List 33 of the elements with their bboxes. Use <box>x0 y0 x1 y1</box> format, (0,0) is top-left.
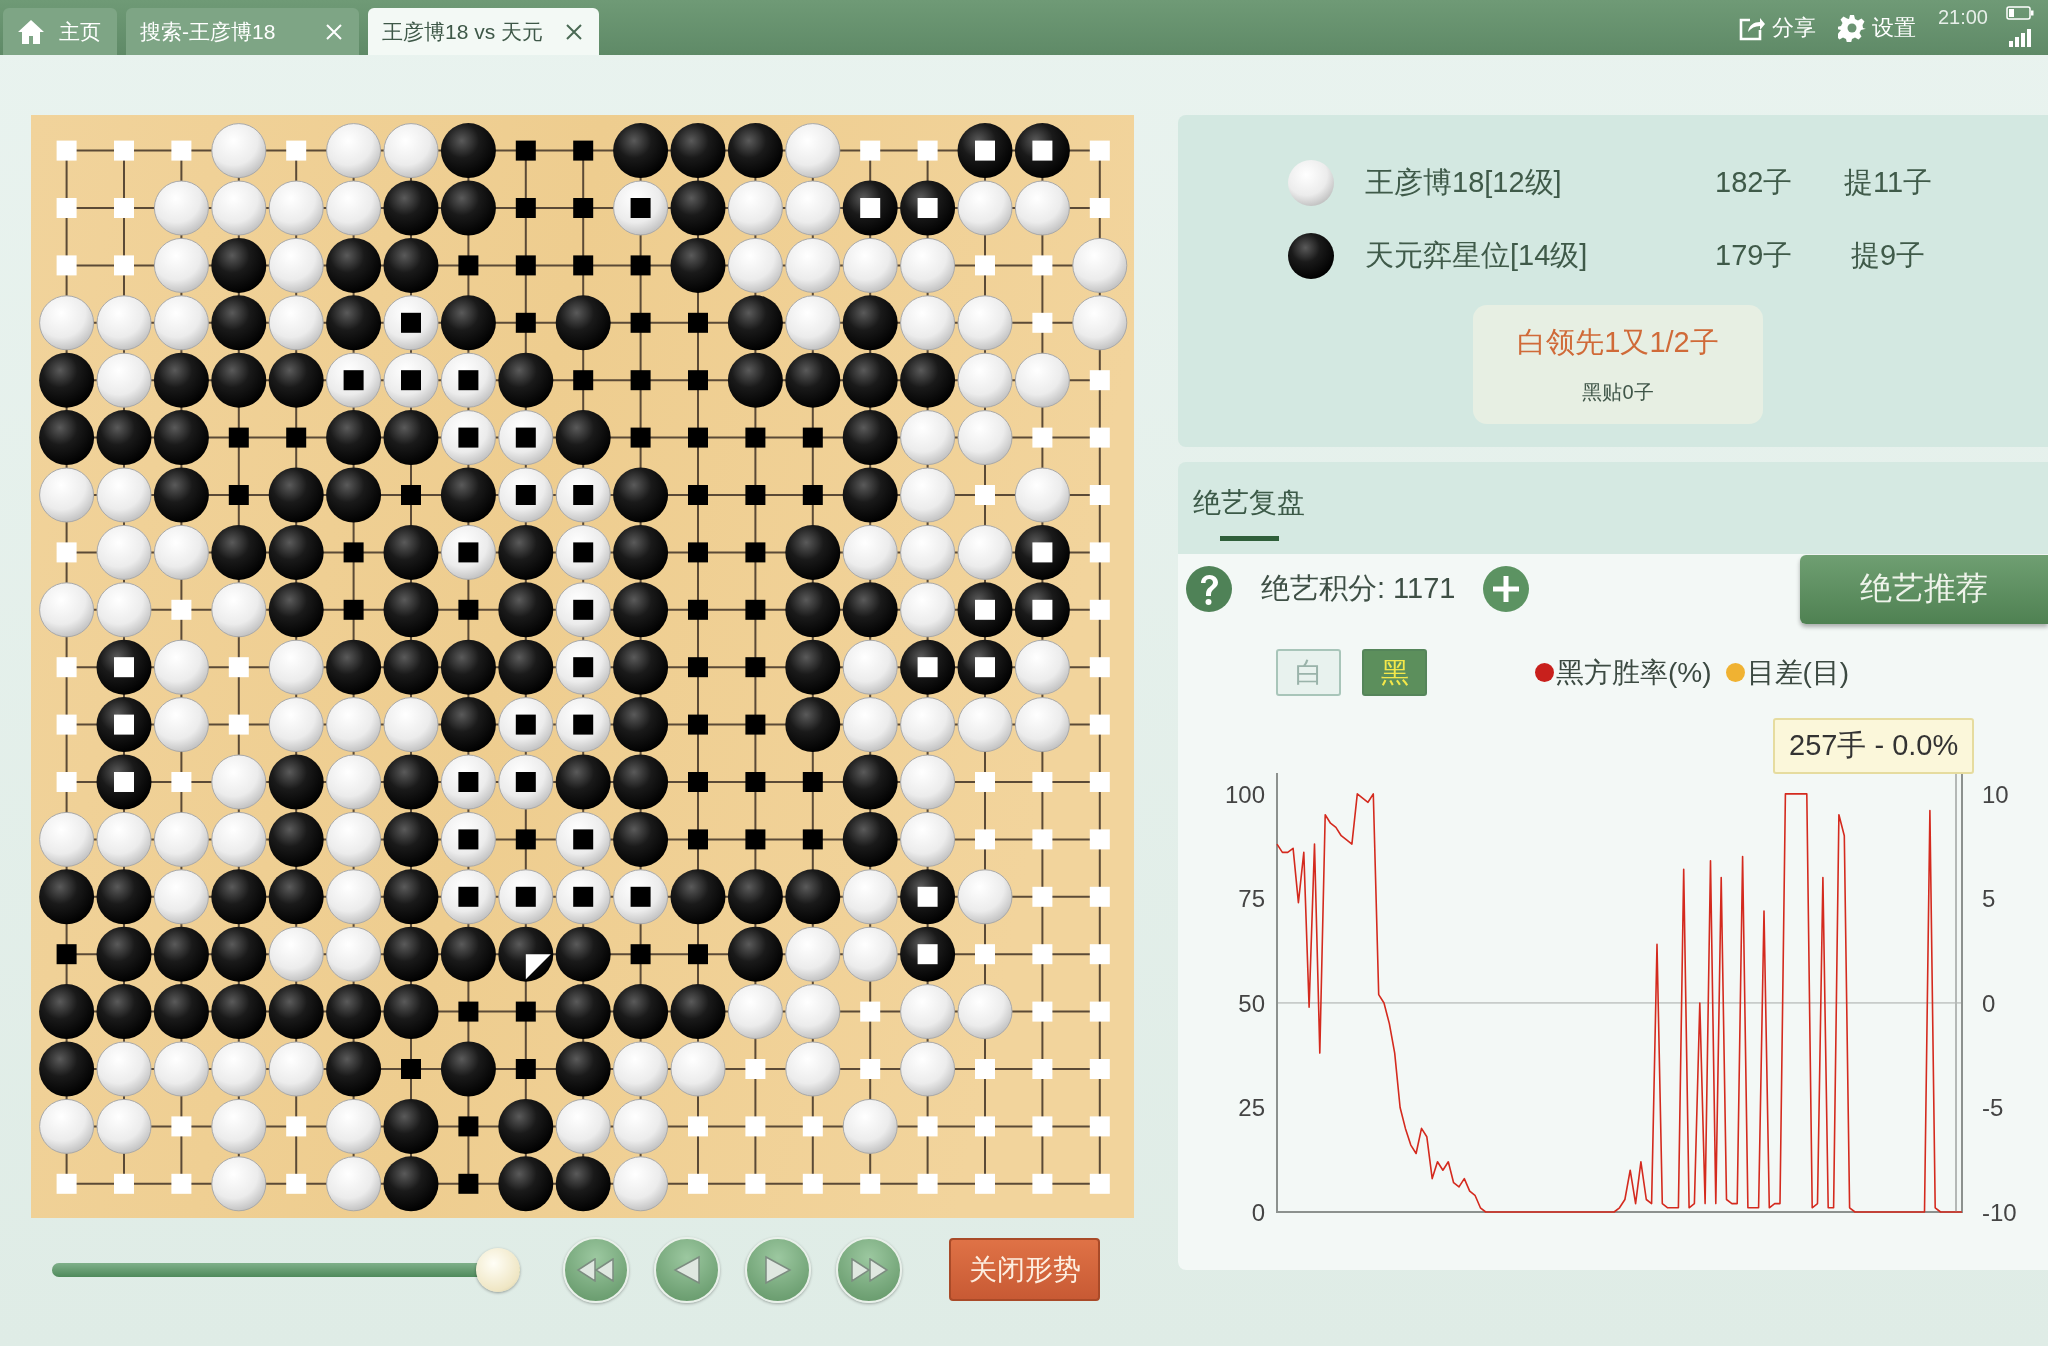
legend-label: 目差(目) <box>1746 655 1850 690</box>
clock-time: 21:00 <box>1937 6 1988 29</box>
chart-tooltip: 257手 - 0.0% <box>1773 718 1975 774</box>
axis-label: 5 <box>1982 885 1996 913</box>
recommend-button[interactable]: 绝艺推荐 <box>1800 554 2048 624</box>
axis-label: 100 <box>1224 780 1265 808</box>
axis-label: -10 <box>1982 1199 2017 1226</box>
tab[interactable]: 搜索-王彦博18 <box>126 8 359 55</box>
toggle-situation-button[interactable]: 关闭形势 <box>949 1238 1100 1301</box>
side-toggle[interactable]: 白 <box>1276 649 1341 696</box>
player-name: 王彦博18[12级] <box>1365 165 1563 200</box>
capture-count: 提11子 <box>1842 165 1934 200</box>
lead-text: 白领先1又1/2子 <box>1517 325 1719 360</box>
axis-label: 0 <box>1982 989 1996 1017</box>
axis-label: 50 <box>1238 989 1265 1017</box>
tab[interactable]: 主页 <box>3 8 117 55</box>
axis-label: 25 <box>1238 1094 1265 1122</box>
toolbar-button[interactable]: 分享 <box>1737 12 1816 43</box>
legend-label: 黑方胜率(%) <box>1556 655 1712 690</box>
tab[interactable]: 王彦博18 vs 天元 <box>368 8 599 55</box>
axis-label: -5 <box>1982 1094 2004 1122</box>
side-toggle[interactable]: 黑 <box>1362 649 1427 696</box>
axis-label: 10 <box>1982 780 2009 808</box>
stone-count: 179子 <box>1715 238 1794 273</box>
player-name: 天元弈星位[14级] <box>1365 238 1589 273</box>
tab[interactable]: 绝艺复盘 <box>1193 462 1305 554</box>
komi-text: 黑贴0子 <box>1582 380 1654 405</box>
capture-count: 提9子 <box>1849 238 1927 273</box>
axis-label: 0 <box>1251 1199 1265 1226</box>
stone-count: 182子 <box>1715 165 1794 200</box>
toolbar-button[interactable]: 设置 <box>1837 12 1916 43</box>
score-text: 绝艺积分: 1171 <box>1261 571 1456 606</box>
axis-label: 75 <box>1238 885 1265 913</box>
